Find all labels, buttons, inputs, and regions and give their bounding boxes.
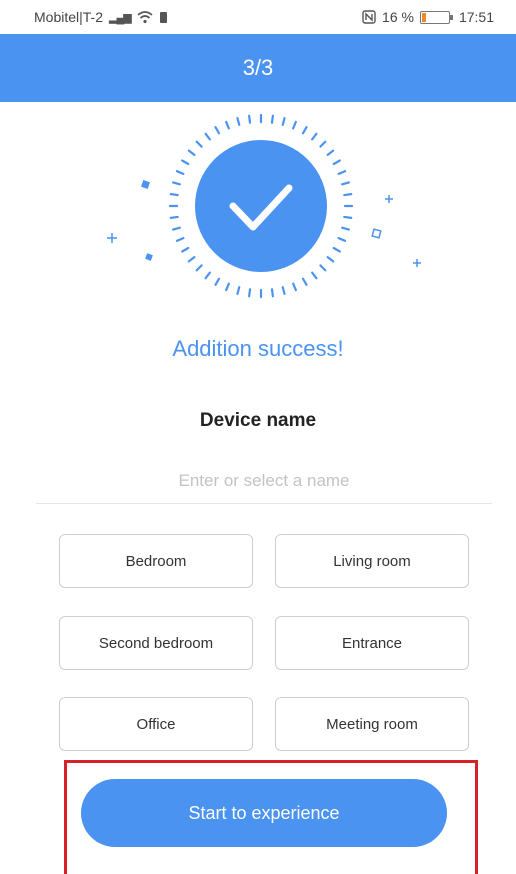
ring-dash [236,286,241,295]
ring-dash [181,246,190,253]
ring-dash [343,215,353,219]
nfc-icon [362,10,376,24]
device-name-title: Device name [199,410,317,431]
ring-dash [319,264,327,272]
status-bar: Mobitel|T-2 ▂▄▆ 16 % 17:51 [0,0,516,34]
ring-dash [214,126,221,135]
battery-percent: 16 % [382,9,414,25]
ring-dash [225,120,230,130]
status-right: 16 % 17:51 [362,9,494,25]
ring-dash [248,114,252,124]
ring-dash [332,159,341,166]
ring-dash [270,114,274,124]
ring-dash [337,237,347,242]
ring-dash [169,215,179,219]
sparkle-square-outline-icon [371,228,382,239]
ring-dash [281,117,286,126]
ring-dash [270,288,274,298]
wifi-icon [137,10,153,23]
name-option-meeting-room[interactable]: Meeting room [275,697,469,751]
ring-dash [341,181,350,186]
sparkle-square-icon [145,253,153,261]
ring-dash [301,277,308,286]
ring-dash [187,256,196,263]
signal-icon: ▂▄▆ [109,11,132,24]
ring-dash [204,271,211,280]
ring-dash [204,132,211,141]
battery-icon [419,10,453,24]
device-name-input[interactable] [36,458,492,504]
step-indicator: 3/3 [242,55,274,80]
ring-dash [172,181,181,186]
ring-dash [292,120,297,130]
ring-dash [332,246,341,253]
ring-dash [172,226,181,231]
ring-dash [343,193,353,197]
status-left: Mobitel|T-2 ▂▄▆ [34,9,168,25]
ring-dash [187,149,196,156]
sparkle-plus-icon [107,233,117,243]
name-option-second-bedroom[interactable]: Second bedroom [59,616,253,670]
ring-dash [195,264,203,272]
success-circle [195,140,327,272]
ring-dash [195,140,203,148]
sparkle-plus-icon [385,195,393,203]
ring-dash [326,256,335,263]
name-option-entrance[interactable]: Entrance [275,616,469,670]
name-option-bedroom[interactable]: Bedroom [59,534,253,588]
ring-dash [225,282,230,292]
clock: 17:51 [458,9,494,25]
ring-dash [214,277,221,286]
header-bar: 3/3 [0,34,516,102]
ring-dash [175,170,185,175]
ring-dash [181,159,190,166]
success-message: Addition success! [172,336,344,361]
ring-dash [341,226,350,231]
ring-dash [311,271,318,280]
sparkle-square-icon [141,180,150,189]
ring-dash [281,286,286,295]
name-option-office[interactable]: Office [59,697,253,751]
battery-level [421,12,426,22]
name-option-living-room[interactable]: Living room [275,534,469,588]
start-button[interactable]: Start to experience [81,779,447,847]
ring-dash [337,170,347,175]
ring-dash [311,132,318,141]
ring-dash [248,288,252,298]
ring-dash [319,140,327,148]
ring-dash [169,193,179,197]
ring-dash [175,237,185,242]
ring-dash [301,126,308,135]
ring-dash [236,117,241,126]
sparkle-plus-icon [413,259,421,267]
ring-dash [292,282,297,292]
ring-dash [326,149,335,156]
storage-icon [159,11,167,23]
success-illustration [107,113,421,299]
carrier-label: Mobitel|T-2 [34,9,103,25]
